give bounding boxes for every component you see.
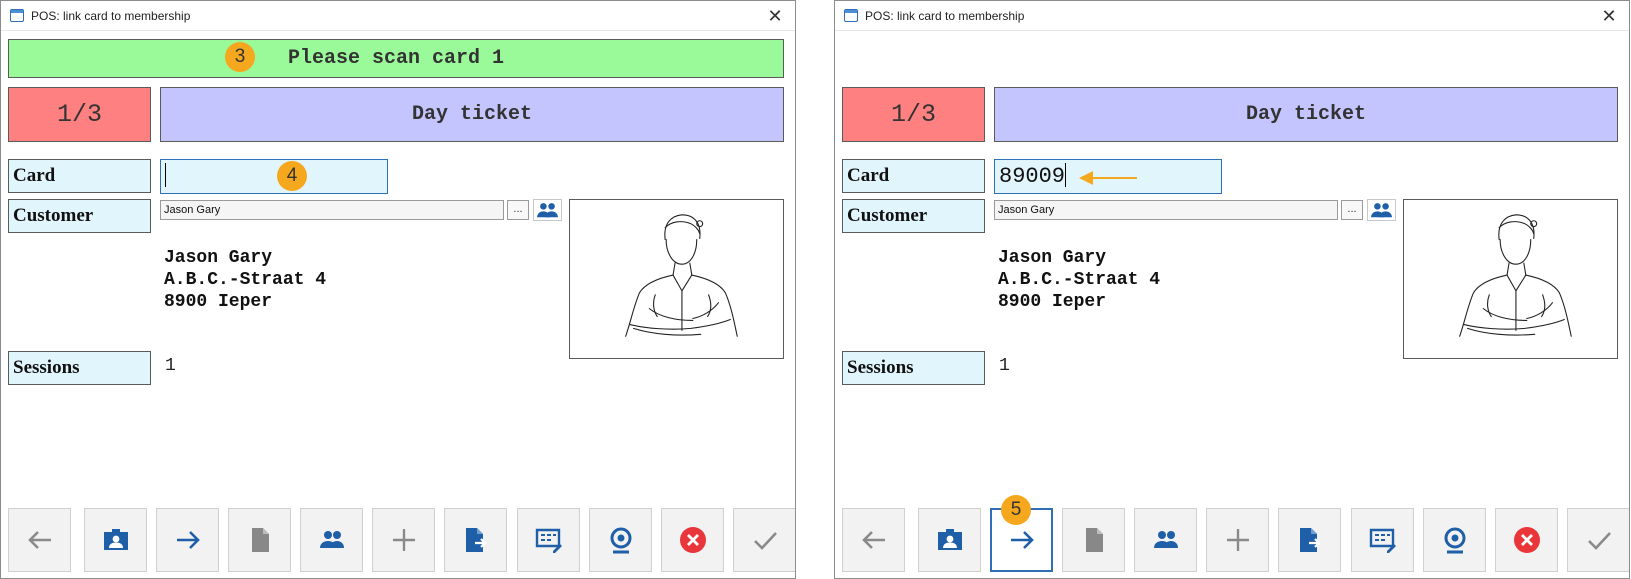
- back-arrow-icon: [27, 531, 51, 549]
- customer-lookup-button[interactable]: ...: [1341, 200, 1363, 220]
- sessions-label: Sessions: [842, 351, 985, 385]
- card-label: Card: [8, 159, 151, 193]
- back-button[interactable]: [8, 508, 71, 572]
- forward-arrow-icon: [176, 531, 200, 549]
- sessions-value: 1: [165, 356, 176, 376]
- people-button[interactable]: [300, 508, 363, 572]
- sessions-label: Sessions: [8, 351, 151, 385]
- people-button[interactable]: [1134, 508, 1197, 572]
- customer-label: Customer: [8, 199, 151, 233]
- webcam-icon: [610, 527, 631, 554]
- person-sketch-icon: [625, 214, 738, 337]
- customer-photo: [1403, 199, 1618, 359]
- window-icon: [844, 9, 858, 22]
- card-input[interactable]: [160, 159, 388, 194]
- contact-card-button[interactable]: [918, 508, 981, 572]
- window-title: POS: link card to membership: [31, 9, 191, 23]
- action-toolbar: [8, 508, 795, 572]
- document-button[interactable]: [1062, 508, 1125, 572]
- cancel-button[interactable]: [1495, 508, 1558, 572]
- contact-card-button[interactable]: [84, 508, 147, 572]
- pos-window-step-scan: POS: link card to membership ✕ Please sc…: [0, 0, 796, 579]
- webcam-button[interactable]: [589, 508, 652, 572]
- webcam-button[interactable]: [1423, 508, 1486, 572]
- sessions-value: 1: [999, 356, 1010, 376]
- people-icon: [319, 531, 344, 548]
- close-icon[interactable]: ✕: [763, 4, 787, 28]
- address-street: A.B.C.-Straat 4: [164, 270, 327, 290]
- person-sketch-icon: [1459, 214, 1572, 337]
- edit-form-icon: [535, 528, 562, 553]
- export-button[interactable]: [444, 508, 507, 572]
- customer-label: Customer: [842, 199, 985, 233]
- document-icon: [251, 528, 269, 552]
- scan-prompt-banner: Please scan card 1: [8, 39, 784, 78]
- people-icon: [1371, 203, 1392, 218]
- forward-arrow-icon: [1010, 531, 1034, 549]
- people-icon: [1153, 531, 1178, 548]
- callout-badge: 3: [225, 42, 255, 72]
- address-city: 8900 Ieper: [164, 292, 273, 312]
- title-bar: POS: link card to membership ✕: [1, 1, 795, 31]
- address-name: Jason Gary: [998, 248, 1107, 268]
- window-icon: [10, 9, 24, 22]
- people-icon: [537, 203, 558, 218]
- document-icon: [1085, 528, 1103, 552]
- export-button[interactable]: [1278, 508, 1341, 572]
- plus-icon: [1226, 529, 1249, 551]
- edit-form-button[interactable]: [1351, 508, 1414, 572]
- document-export-icon: [1299, 528, 1321, 552]
- checkmark-icon: [1587, 532, 1611, 550]
- text-caret: [1065, 162, 1067, 187]
- checkmark-icon: [753, 532, 777, 550]
- customer-photo: [569, 199, 784, 359]
- callout-badge: 4: [277, 161, 307, 191]
- left-arrow-annotation-icon: [1079, 171, 1137, 185]
- back-button[interactable]: [842, 508, 905, 572]
- card-counter: 1/3: [8, 87, 151, 142]
- confirm-button[interactable]: [733, 508, 795, 572]
- title-bar: POS: link card to membership ✕: [835, 1, 1629, 31]
- callout-badge: 5: [1001, 495, 1031, 525]
- cancel-icon: [1513, 527, 1540, 553]
- address-name: Jason Gary: [164, 248, 273, 268]
- pos-window-step-scanned: POS: link card to membership ✕ 1/3 Day t…: [834, 0, 1630, 579]
- card-input-value: 89009: [999, 164, 1066, 189]
- customer-lookup-button[interactable]: ...: [507, 200, 529, 220]
- next-button[interactable]: [156, 508, 219, 572]
- customer-field[interactable]: Jason Gary: [994, 200, 1338, 220]
- customer-address: Jason Gary A.B.C.-Straat 4 8900 Ieper: [164, 247, 326, 313]
- back-arrow-icon: [861, 531, 885, 549]
- card-counter: 1/3: [842, 87, 985, 142]
- customer-field[interactable]: Jason Gary: [160, 200, 504, 220]
- cancel-icon: [679, 527, 706, 553]
- ticket-type: Day ticket: [994, 87, 1618, 142]
- customer-address: Jason Gary A.B.C.-Straat 4 8900 Ieper: [998, 247, 1160, 313]
- cancel-button[interactable]: [661, 508, 724, 572]
- customer-select-button[interactable]: [533, 199, 562, 221]
- close-icon[interactable]: ✕: [1597, 4, 1621, 28]
- document-button[interactable]: [228, 508, 291, 572]
- contact-card-icon: [937, 529, 962, 550]
- card-label: Card: [842, 159, 985, 193]
- webcam-icon: [1444, 527, 1465, 554]
- address-city: 8900 Ieper: [998, 292, 1107, 312]
- text-caret: [165, 162, 166, 187]
- window-title: POS: link card to membership: [865, 9, 1025, 23]
- ticket-type: Day ticket: [160, 87, 784, 142]
- confirm-button[interactable]: [1567, 508, 1629, 572]
- customer-select-button[interactable]: [1367, 199, 1396, 221]
- add-button[interactable]: [1206, 508, 1269, 572]
- edit-form-icon: [1369, 528, 1396, 553]
- action-toolbar: [842, 508, 1629, 572]
- add-button[interactable]: [372, 508, 435, 572]
- contact-card-icon: [103, 529, 128, 550]
- document-export-icon: [465, 528, 487, 552]
- plus-icon: [392, 529, 415, 551]
- edit-form-button[interactable]: [517, 508, 580, 572]
- address-street: A.B.C.-Straat 4: [998, 270, 1161, 290]
